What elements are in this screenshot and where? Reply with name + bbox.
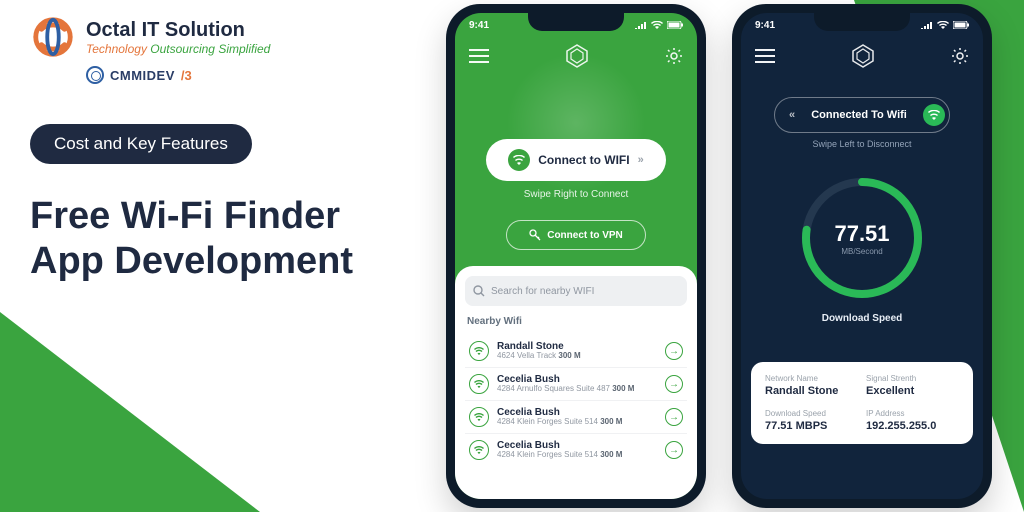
- phone-notch: [814, 13, 910, 31]
- download-speed-label: Download Speed: [741, 313, 983, 324]
- wifi-row[interactable]: Cecelia Bush4284 Klein Forges Suite 514 …: [465, 434, 687, 466]
- search-icon: [473, 285, 485, 297]
- brand-tagline: Technology Outsourcing Simplified: [86, 42, 270, 56]
- wifi-icon: [469, 341, 489, 361]
- battery-icon: [667, 21, 683, 29]
- network-name-key: Network Name: [765, 374, 858, 383]
- search-input[interactable]: Search for nearby WIFI: [465, 276, 687, 306]
- arrow-right-icon[interactable]: →: [665, 408, 683, 426]
- wifi-status-icon: [651, 21, 663, 29]
- menu-icon[interactable]: [469, 49, 489, 63]
- cmmi-icon: [86, 66, 104, 84]
- settings-icon[interactable]: [951, 47, 969, 65]
- swipe-hint: Swipe Left to Disconnect: [741, 139, 983, 149]
- phone-notch: [528, 13, 624, 31]
- wifi-address: 4284 Klein Forges Suite 514 300 M: [497, 418, 657, 427]
- wifi-list: Randall Stone4624 Vella Track 300 M→Cece…: [465, 335, 687, 466]
- cmmi-badge: CMMIDEV /3: [86, 66, 430, 84]
- background-triangle-bottom-left: [0, 312, 260, 512]
- ip-value: 192.255.255.0: [866, 420, 959, 432]
- app-logo-icon: [850, 43, 876, 69]
- menu-icon[interactable]: [755, 49, 775, 63]
- chevrons-right-icon: »: [638, 154, 644, 166]
- connect-vpn-label: Connect to VPN: [547, 230, 623, 241]
- section-label-nearby: Nearby Wifi: [467, 316, 687, 327]
- key-icon: [529, 229, 541, 241]
- brand-block: Octal IT Solution Technology Outsourcing…: [30, 14, 430, 60]
- chevrons-left-icon: «: [789, 109, 795, 121]
- wifi-icon: [469, 374, 489, 394]
- speed-gauge: 77.51 MB/Second: [797, 173, 927, 303]
- wifi-row[interactable]: Cecelia Bush4284 Klein Forges Suite 514 …: [465, 401, 687, 434]
- connect-wifi-button[interactable]: Connect to WIFI »: [486, 139, 666, 181]
- download-speed-key: Download Speed: [765, 409, 858, 418]
- wifi-row[interactable]: Cecelia Bush4284 Arnulfo Squares Suite 4…: [465, 368, 687, 401]
- phone-mockup-green: 9:41: [446, 4, 706, 508]
- cmmi-label: CMMIDEV: [110, 68, 175, 83]
- cmmi-level: /3: [181, 68, 192, 83]
- signal-icon: [635, 21, 647, 29]
- connected-pill[interactable]: « Connected To Wifi: [774, 97, 950, 133]
- signal-key: Signal Strenth: [866, 374, 959, 383]
- connect-vpn-button[interactable]: Connect to VPN: [506, 220, 646, 250]
- gauge-value: 77.51: [834, 221, 889, 247]
- connected-label: Connected To Wifi: [811, 109, 907, 121]
- chip-cost-features: Cost and Key Features: [30, 124, 252, 164]
- phone-mockup-dark: 9:41 « Connected: [732, 4, 992, 508]
- headline: Free Wi-Fi Finder App Development: [30, 194, 430, 284]
- arrow-right-icon[interactable]: →: [665, 342, 683, 360]
- signal-value: Excellent: [866, 385, 959, 397]
- wifi-address: 4624 Vella Track 300 M: [497, 352, 657, 361]
- nearby-wifi-sheet: Search for nearby WIFI Nearby Wifi Randa…: [455, 266, 697, 499]
- battery-icon: [953, 21, 969, 29]
- connect-wifi-label: Connect to WIFI: [538, 153, 629, 167]
- wifi-address: 4284 Klein Forges Suite 514 300 M: [497, 451, 657, 460]
- wifi-icon: [923, 104, 945, 126]
- signal-icon: [921, 21, 933, 29]
- arrow-right-icon[interactable]: →: [665, 375, 683, 393]
- wifi-icon: [469, 407, 489, 427]
- status-time: 9:41: [469, 20, 489, 31]
- settings-icon[interactable]: [665, 47, 683, 65]
- gauge-unit: MB/Second: [841, 247, 882, 256]
- search-placeholder: Search for nearby WIFI: [491, 286, 594, 297]
- wifi-row[interactable]: Randall Stone4624 Vella Track 300 M→: [465, 335, 687, 368]
- ip-key: IP Address: [866, 409, 959, 418]
- brand-name: Octal IT Solution: [86, 19, 270, 42]
- network-name-value: Randall Stone: [765, 385, 858, 397]
- wifi-address: 4284 Arnulfo Squares Suite 487 300 M: [497, 385, 657, 394]
- wifi-icon: [508, 149, 530, 171]
- status-time: 9:41: [755, 20, 775, 31]
- wifi-status-icon: [937, 21, 949, 29]
- arrow-right-icon[interactable]: →: [665, 441, 683, 459]
- wifi-icon: [469, 440, 489, 460]
- brand-logo-icon: [30, 14, 76, 60]
- download-speed-value: 77.51 MBPS: [765, 420, 858, 432]
- network-info-card: Network Name Randall Stone Signal Strent…: [751, 362, 973, 444]
